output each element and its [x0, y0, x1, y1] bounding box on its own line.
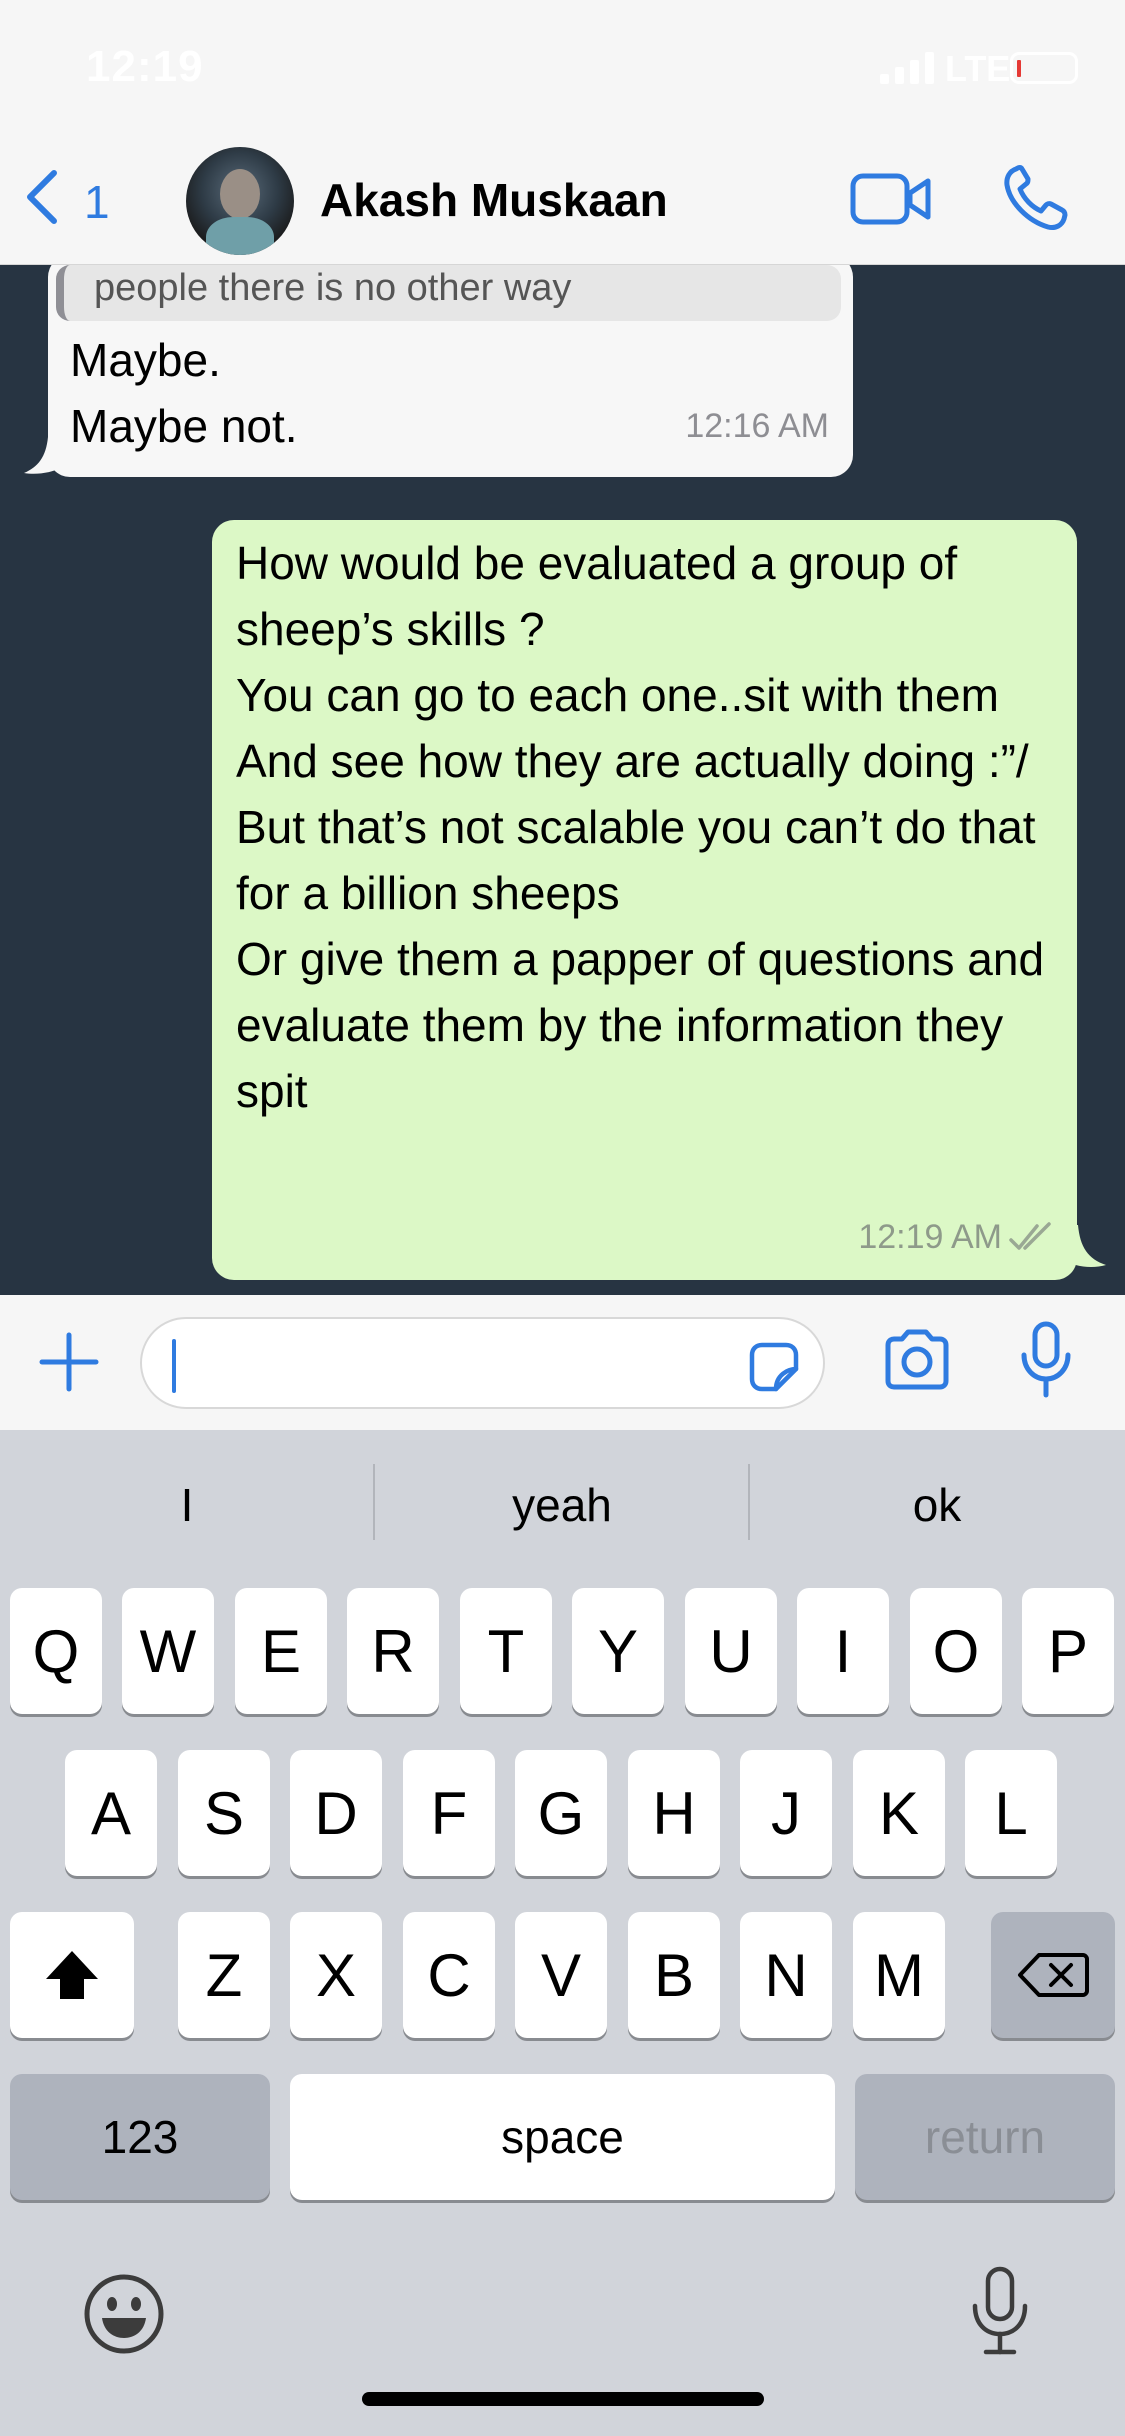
key-i[interactable]: I	[797, 1588, 889, 1714]
key-e[interactable]: E	[235, 1588, 327, 1714]
incoming-message-text: Maybe. Maybe not.	[70, 334, 298, 452]
status-time: 12:19	[86, 42, 204, 91]
key-j[interactable]: J	[740, 1750, 832, 1876]
key-w[interactable]: W	[122, 1588, 214, 1714]
quoted-message-text: people there is no other way	[94, 267, 572, 309]
keyboard: I yeah ok Q W E R T Y U I O P A S D F G …	[0, 1430, 1125, 2436]
outgoing-message-text: How would be evaluated a group of sheep’…	[236, 537, 1045, 1117]
key-l[interactable]: L	[965, 1750, 1057, 1876]
outgoing-message-time: 12:19 AM	[858, 1218, 1002, 1256]
phone-icon[interactable]	[1002, 163, 1068, 233]
home-indicator[interactable]	[362, 2392, 764, 2406]
read-receipt-icon	[1009, 1222, 1051, 1250]
shift-key[interactable]	[10, 1912, 134, 2038]
backspace-key[interactable]	[991, 1912, 1115, 2038]
chevron-left-icon	[27, 170, 57, 224]
network-type: LTE	[945, 48, 1011, 89]
battery-icon	[1010, 52, 1078, 84]
key-f[interactable]: F	[403, 1750, 495, 1876]
key-d[interactable]: D	[290, 1750, 382, 1876]
space-key[interactable]: space	[290, 2074, 835, 2200]
key-q[interactable]: Q	[10, 1588, 102, 1714]
key-y[interactable]: Y	[572, 1588, 664, 1714]
key-p[interactable]: P	[1022, 1588, 1114, 1714]
key-m[interactable]: M	[853, 1912, 945, 2038]
plus-icon[interactable]	[38, 1331, 100, 1393]
signal-strength-icon	[880, 52, 934, 84]
key-n[interactable]: N	[740, 1912, 832, 2038]
text-cursor	[172, 1339, 176, 1393]
key-h[interactable]: H	[628, 1750, 720, 1876]
microphone-icon[interactable]	[1018, 1321, 1074, 1399]
key-c[interactable]: C	[403, 1912, 495, 2038]
outgoing-bubble-tail	[1062, 1225, 1106, 1267]
key-g[interactable]: G	[515, 1750, 607, 1876]
avatar-face	[220, 169, 260, 219]
key-t[interactable]: T	[460, 1588, 552, 1714]
video-call-icon[interactable]	[850, 171, 932, 227]
key-u[interactable]: U	[685, 1588, 777, 1714]
chat-header: 1 Akash Muskaan	[0, 135, 1125, 265]
outgoing-message-bubble[interactable]: How would be evaluated a group of sheep’…	[212, 520, 1077, 1280]
key-x[interactable]: X	[290, 1912, 382, 2038]
chat-area[interactable]: people there is no other way Maybe. Mayb…	[0, 265, 1125, 1295]
suggestion-bar: I yeah ok	[0, 1430, 1125, 1580]
camera-icon[interactable]	[882, 1329, 952, 1391]
backspace-icon	[1018, 1953, 1089, 1997]
suggestion-2[interactable]: yeah	[375, 1478, 749, 1532]
unread-count: 1	[84, 176, 110, 228]
numbers-key[interactable]: 123	[10, 2074, 270, 2200]
quoted-message[interactable]: people there is no other way	[56, 265, 841, 321]
key-a[interactable]: A	[65, 1750, 157, 1876]
contact-name[interactable]: Akash Muskaan	[320, 173, 668, 227]
shift-icon	[46, 1951, 98, 1999]
status-bar: 12:19 LTE	[0, 0, 1125, 135]
return-key[interactable]: return	[855, 2074, 1115, 2200]
message-input[interactable]	[140, 1317, 825, 1409]
battery-level	[1017, 60, 1021, 77]
key-o[interactable]: O	[910, 1588, 1002, 1714]
message-input-bar	[0, 1295, 1125, 1430]
incoming-message-time: 12:16 AM	[685, 407, 829, 445]
emoji-icon[interactable]	[82, 2272, 166, 2356]
avatar[interactable]	[186, 147, 294, 255]
key-r[interactable]: R	[347, 1588, 439, 1714]
sticker-icon[interactable]	[748, 1341, 800, 1393]
key-b[interactable]: B	[628, 1912, 720, 2038]
key-z[interactable]: Z	[178, 1912, 270, 2038]
dictation-microphone-icon[interactable]	[968, 2266, 1032, 2358]
back-button[interactable]: 1	[22, 163, 132, 233]
key-v[interactable]: V	[515, 1912, 607, 2038]
avatar-body	[206, 217, 274, 255]
suggestion-3[interactable]: ok	[750, 1478, 1124, 1532]
key-k[interactable]: K	[853, 1750, 945, 1876]
incoming-message-bubble[interactable]: people there is no other way Maybe. Mayb…	[48, 265, 853, 477]
suggestion-1[interactable]: I	[0, 1478, 374, 1532]
key-s[interactable]: S	[178, 1750, 270, 1876]
